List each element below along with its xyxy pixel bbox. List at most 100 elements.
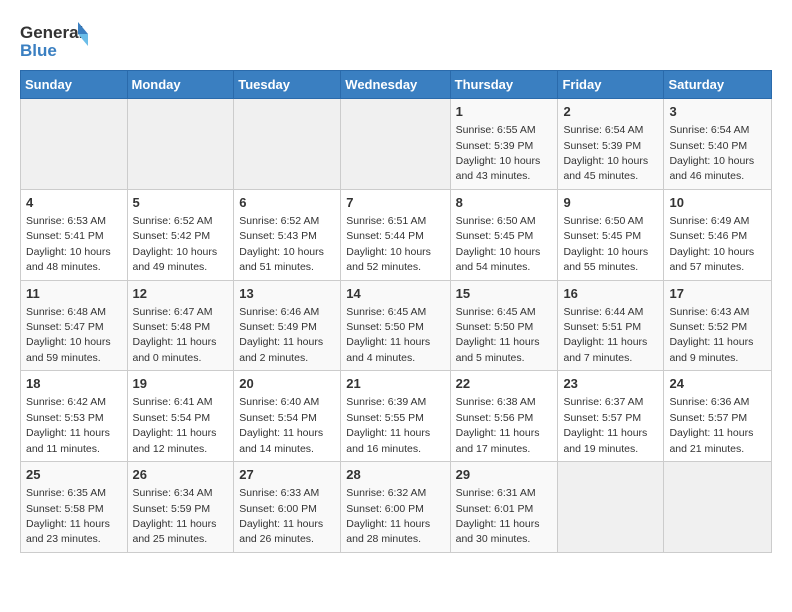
calendar-cell: [664, 462, 772, 553]
day-number: 7: [346, 194, 444, 212]
calendar-cell: [341, 99, 450, 190]
day-info: Sunrise: 6:52 AM Sunset: 5:42 PM Dayligh…: [133, 215, 218, 273]
calendar-cell: 28Sunrise: 6:32 AM Sunset: 6:00 PM Dayli…: [341, 462, 450, 553]
day-number: 8: [456, 194, 553, 212]
calendar-cell: [21, 99, 128, 190]
day-number: 3: [669, 103, 766, 121]
day-info: Sunrise: 6:48 AM Sunset: 5:47 PM Dayligh…: [26, 306, 111, 364]
calendar-cell: [558, 462, 664, 553]
calendar-cell: 9 Sunrise: 6:50 AM Sunset: 5:45 PM Daylig…: [558, 189, 664, 280]
day-number: 25: [26, 466, 122, 484]
calendar-cell: 20 Sunrise: 6:40 AM Sunset: 5:54 PM Dayli…: [234, 371, 341, 462]
calendar-cell: 11Sunrise: 6:48 AM Sunset: 5:47 PM Dayli…: [21, 280, 128, 371]
day-number: 23: [563, 375, 658, 393]
day-number: 16: [563, 285, 658, 303]
calendar-cell: 4Sunrise: 6:53 AM Sunset: 5:41 PM Daylig…: [21, 189, 128, 280]
day-info: Sunrise: 6:53 AM Sunset: 5:41 PM Dayligh…: [26, 215, 111, 273]
day-number: 1: [456, 103, 553, 121]
calendar-week-3: 11Sunrise: 6:48 AM Sunset: 5:47 PM Dayli…: [21, 280, 772, 371]
calendar-body: 1 Sunrise: 6:55 AM Sunset: 5:39 PM Daylig…: [21, 99, 772, 553]
logo-svg: GeneralBlue: [20, 20, 90, 62]
calendar-cell: 18 Sunrise: 6:42 AM Sunset: 5:53 PM Dayli…: [21, 371, 128, 462]
header-day-saturday: Saturday: [664, 71, 772, 99]
day-info: Sunrise: 6:32 AM Sunset: 6:00 PM Dayligh…: [346, 487, 430, 545]
day-number: 19: [133, 375, 229, 393]
day-info: Sunrise: 6:41 AM Sunset: 5:54 PM Dayligh…: [133, 396, 217, 454]
day-number: 22: [456, 375, 553, 393]
calendar-cell: 10Sunrise: 6:49 AM Sunset: 5:46 PM Dayli…: [664, 189, 772, 280]
day-info: Sunrise: 6:38 AM Sunset: 5:56 PM Dayligh…: [456, 396, 540, 454]
calendar-week-1: 1 Sunrise: 6:55 AM Sunset: 5:39 PM Daylig…: [21, 99, 772, 190]
day-info: Sunrise: 6:45 AM Sunset: 5:50 PM Dayligh…: [456, 306, 540, 364]
day-info: Sunrise: 6:34 AM Sunset: 5:59 PM Dayligh…: [133, 487, 217, 545]
day-info: Sunrise: 6:45 AM Sunset: 5:50 PM Dayligh…: [346, 306, 430, 364]
calendar-cell: 13Sunrise: 6:46 AM Sunset: 5:49 PM Dayli…: [234, 280, 341, 371]
calendar-cell: 8Sunrise: 6:50 AM Sunset: 5:45 PM Daylig…: [450, 189, 558, 280]
calendar-cell: 23 Sunrise: 6:37 AM Sunset: 5:57 PM Dayli…: [558, 371, 664, 462]
day-info: Sunrise: 6:50 AM Sunset: 5:45 PM Dayligh…: [563, 215, 648, 273]
day-number: 10: [669, 194, 766, 212]
day-number: 21: [346, 375, 444, 393]
day-info: Sunrise: 6:46 AM Sunset: 5:49 PM Dayligh…: [239, 306, 323, 364]
day-info: Sunrise: 6:52 AM Sunset: 5:43 PM Dayligh…: [239, 215, 324, 273]
day-number: 17: [669, 285, 766, 303]
header-day-sunday: Sunday: [21, 71, 128, 99]
calendar-cell: 19 Sunrise: 6:41 AM Sunset: 5:54 PM Dayli…: [127, 371, 234, 462]
day-info: Sunrise: 6:54 AM Sunset: 5:40 PM Dayligh…: [669, 124, 754, 182]
day-number: 15: [456, 285, 553, 303]
day-number: 9: [563, 194, 658, 212]
day-info: Sunrise: 6:33 AM Sunset: 6:00 PM Dayligh…: [239, 487, 323, 545]
day-number: 2: [563, 103, 658, 121]
header-day-monday: Monday: [127, 71, 234, 99]
calendar-week-2: 4Sunrise: 6:53 AM Sunset: 5:41 PM Daylig…: [21, 189, 772, 280]
day-number: 24: [669, 375, 766, 393]
day-number: 26: [133, 466, 229, 484]
calendar-cell: 1 Sunrise: 6:55 AM Sunset: 5:39 PM Daylig…: [450, 99, 558, 190]
calendar-cell: 22 Sunrise: 6:38 AM Sunset: 5:56 PM Dayli…: [450, 371, 558, 462]
calendar-cell: 7 Sunrise: 6:51 AM Sunset: 5:44 PM Daylig…: [341, 189, 450, 280]
calendar-header-row: SundayMondayTuesdayWednesdayThursdayFrid…: [21, 71, 772, 99]
day-info: Sunrise: 6:35 AM Sunset: 5:58 PM Dayligh…: [26, 487, 110, 545]
calendar-cell: 6 Sunrise: 6:52 AM Sunset: 5:43 PM Daylig…: [234, 189, 341, 280]
logo: GeneralBlue: [20, 20, 90, 62]
calendar-cell: [234, 99, 341, 190]
calendar-cell: 5 Sunrise: 6:52 AM Sunset: 5:42 PM Daylig…: [127, 189, 234, 280]
day-number: 6: [239, 194, 335, 212]
calendar-cell: 26 Sunrise: 6:34 AM Sunset: 5:59 PM Dayli…: [127, 462, 234, 553]
calendar-cell: 25 Sunrise: 6:35 AM Sunset: 5:58 PM Dayli…: [21, 462, 128, 553]
day-info: Sunrise: 6:37 AM Sunset: 5:57 PM Dayligh…: [563, 396, 647, 454]
header-day-friday: Friday: [558, 71, 664, 99]
header-day-wednesday: Wednesday: [341, 71, 450, 99]
day-info: Sunrise: 6:51 AM Sunset: 5:44 PM Dayligh…: [346, 215, 431, 273]
calendar-cell: 17 Sunrise: 6:43 AM Sunset: 5:52 PM Dayli…: [664, 280, 772, 371]
calendar-cell: [127, 99, 234, 190]
calendar-cell: 14Sunrise: 6:45 AM Sunset: 5:50 PM Dayli…: [341, 280, 450, 371]
page-header: GeneralBlue: [20, 16, 772, 62]
day-info: Sunrise: 6:40 AM Sunset: 5:54 PM Dayligh…: [239, 396, 323, 454]
day-number: 29: [456, 466, 553, 484]
calendar-cell: 16 Sunrise: 6:44 AM Sunset: 5:51 PM Dayli…: [558, 280, 664, 371]
calendar-cell: 29Sunrise: 6:31 AM Sunset: 6:01 PM Dayli…: [450, 462, 558, 553]
calendar-cell: 27 Sunrise: 6:33 AM Sunset: 6:00 PM Dayli…: [234, 462, 341, 553]
day-info: Sunrise: 6:44 AM Sunset: 5:51 PM Dayligh…: [563, 306, 647, 364]
day-number: 27: [239, 466, 335, 484]
day-number: 18: [26, 375, 122, 393]
day-info: Sunrise: 6:47 AM Sunset: 5:48 PM Dayligh…: [133, 306, 217, 364]
calendar-cell: 2Sunrise: 6:54 AM Sunset: 5:39 PM Daylig…: [558, 99, 664, 190]
day-number: 5: [133, 194, 229, 212]
header-day-thursday: Thursday: [450, 71, 558, 99]
calendar-cell: 21Sunrise: 6:39 AM Sunset: 5:55 PM Dayli…: [341, 371, 450, 462]
calendar-cell: 12 Sunrise: 6:47 AM Sunset: 5:48 PM Dayli…: [127, 280, 234, 371]
day-info: Sunrise: 6:43 AM Sunset: 5:52 PM Dayligh…: [669, 306, 753, 364]
day-number: 20: [239, 375, 335, 393]
calendar-table: SundayMondayTuesdayWednesdayThursdayFrid…: [20, 70, 772, 553]
svg-text:General: General: [20, 23, 83, 42]
day-info: Sunrise: 6:42 AM Sunset: 5:53 PM Dayligh…: [26, 396, 110, 454]
calendar-cell: 15 Sunrise: 6:45 AM Sunset: 5:50 PM Dayli…: [450, 280, 558, 371]
calendar-cell: 24Sunrise: 6:36 AM Sunset: 5:57 PM Dayli…: [664, 371, 772, 462]
calendar-week-4: 18 Sunrise: 6:42 AM Sunset: 5:53 PM Dayli…: [21, 371, 772, 462]
day-info: Sunrise: 6:55 AM Sunset: 5:39 PM Dayligh…: [456, 124, 541, 182]
day-number: 12: [133, 285, 229, 303]
calendar-cell: 3 Sunrise: 6:54 AM Sunset: 5:40 PM Daylig…: [664, 99, 772, 190]
header-day-tuesday: Tuesday: [234, 71, 341, 99]
